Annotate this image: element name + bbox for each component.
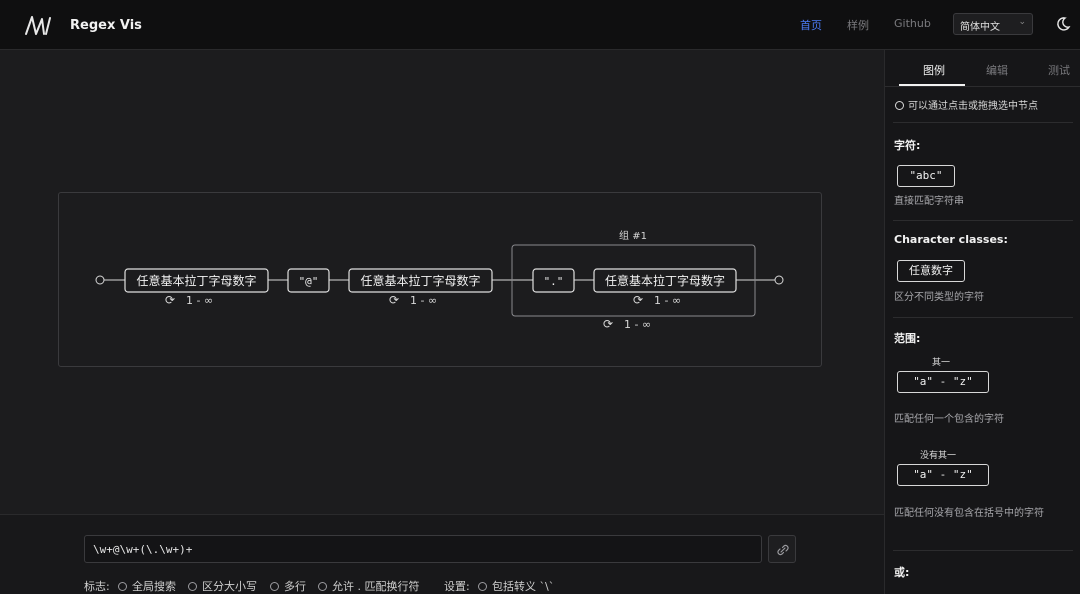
- regex-input[interactable]: [84, 535, 762, 563]
- checkbox[interactable]: [318, 582, 327, 591]
- nav-github[interactable]: Github: [894, 17, 931, 30]
- flag-multiline[interactable]: 多行: [270, 578, 306, 594]
- node-label: ".": [544, 275, 564, 288]
- tab-legend[interactable]: 图例: [923, 62, 945, 78]
- legend-chip-none-of: "a" - "z": [897, 464, 989, 486]
- checkbox[interactable]: [118, 582, 127, 591]
- group-label: 组 #1: [619, 229, 647, 242]
- app-title: Regex Vis: [70, 18, 142, 33]
- regex-diagram: 组 #1 任意基本拉丁字母数字 "@" 任意基本拉丁字母数字 "." 任意基本拉…: [95, 229, 784, 331]
- app-header: Regex Vis 首页 样例 Github 简体中文 ⌄: [0, 0, 1080, 50]
- legend-desc-classes: 区分不同类型的字符: [894, 292, 984, 303]
- section-title-or: 或:: [894, 566, 910, 579]
- quantifier-label: 1 - ∞: [654, 294, 681, 307]
- diagram-canvas: 组 #1 任意基本拉丁字母数字 "@" 任意基本拉丁字母数字 "." 任意基本拉…: [0, 50, 884, 514]
- quantifier-1: ⟳ 1 - ∞: [165, 293, 213, 307]
- setting-include-escape[interactable]: 包括转义 `\`: [478, 578, 554, 594]
- flag-label: 多行: [284, 580, 306, 593]
- node-word-char-3[interactable]: 任意基本拉丁字母数字: [593, 268, 737, 293]
- node-label: "@": [299, 275, 319, 288]
- legend-desc-none-of: 匹配任何没有包含在括号中的字符: [894, 508, 1044, 519]
- section-divider: [893, 317, 1073, 318]
- nav-home[interactable]: 首页: [800, 17, 822, 33]
- flags-label: 标志:: [84, 580, 110, 593]
- selection-hint: 可以通过点击或拖拽选中节点: [895, 97, 1038, 112]
- legend-desc-one-of: 匹配任何一个包含的字符: [894, 414, 1004, 425]
- node-at-sign[interactable]: "@": [287, 268, 330, 293]
- link-icon: [777, 544, 789, 556]
- regex-vis-logo-icon[interactable]: [24, 14, 52, 36]
- flag-global[interactable]: 全局搜索: [118, 578, 176, 594]
- hint-text: 可以通过点击或拖拽选中节点: [908, 101, 1038, 112]
- chevron-down-icon: ⌄: [1018, 17, 1026, 27]
- quantifier-group: ⟳ 1 - ∞: [603, 317, 651, 331]
- legend-chip-chars: "abc": [897, 165, 955, 187]
- repeat-icon: ⟳: [633, 293, 643, 307]
- quantifier-2: ⟳ 1 - ∞: [389, 293, 437, 307]
- node-word-char-1[interactable]: 任意基本拉丁字母数字: [124, 268, 269, 293]
- flag-dotall[interactable]: 允许 . 匹配换行符: [318, 578, 420, 594]
- tab-edit[interactable]: 编辑: [986, 62, 1008, 78]
- flag-case-sensitive[interactable]: 区分大小写: [188, 578, 257, 594]
- flag-label: 允许 . 匹配换行符: [332, 580, 420, 593]
- node-dot[interactable]: ".": [532, 268, 575, 293]
- legend-label-none-of: 没有其一: [920, 451, 957, 461]
- flag-label: 全局搜索: [132, 580, 176, 593]
- start-node: [95, 275, 105, 285]
- regex-editor: 标志: 全局搜索 区分大小写 多行 允许 . 匹配换行符 设置: 包括转义 `\…: [0, 514, 884, 594]
- legend-label-one-of: 其一: [932, 358, 951, 368]
- repeat-icon: ⟳: [165, 293, 175, 307]
- quantifier-label: 1 - ∞: [410, 294, 437, 307]
- checkbox[interactable]: [270, 582, 279, 591]
- checkbox[interactable]: [478, 582, 487, 591]
- quantifier-label: 1 - ∞: [186, 294, 213, 307]
- legend-desc-chars: 直接匹配字符串: [894, 196, 964, 207]
- quantifier-label: 1 - ∞: [624, 318, 651, 331]
- node-label: 任意基本拉丁字母数字: [360, 273, 480, 288]
- repeat-icon: ⟳: [603, 317, 613, 331]
- section-title-chars: 字符:: [894, 139, 921, 152]
- legend-panel: 图例 编辑 测试 可以通过点击或拖拽选中节点 字符: "abc" 直接匹配字符串…: [884, 50, 1080, 594]
- language-value: 简体中文: [960, 22, 1000, 33]
- section-title-classes: Character classes:: [894, 233, 1008, 246]
- language-select[interactable]: 简体中文 ⌄: [953, 13, 1033, 35]
- flag-label: 区分大小写: [202, 580, 257, 593]
- legend-chip-classes: 任意数字: [897, 260, 965, 282]
- node-word-char-2[interactable]: 任意基本拉丁字母数字: [348, 268, 493, 293]
- repeat-icon: ⟳: [389, 293, 399, 307]
- settings-label: 设置:: [444, 580, 470, 593]
- section-divider: [893, 220, 1073, 221]
- node-label: 任意基本拉丁字母数字: [136, 273, 256, 288]
- legend-chip-one-of: "a" - "z": [897, 371, 989, 393]
- section-title-range: 范围:: [894, 332, 921, 345]
- copy-link-button[interactable]: [768, 535, 796, 563]
- tabs-divider: [885, 86, 1080, 87]
- nav-samples[interactable]: 样例: [847, 17, 869, 33]
- setting-label: 包括转义 `\`: [492, 580, 555, 593]
- info-icon: [895, 101, 904, 110]
- moon-icon[interactable]: [1055, 16, 1071, 32]
- tab-test[interactable]: 测试: [1048, 62, 1070, 78]
- quantifier-3: ⟳ 1 - ∞: [633, 293, 681, 307]
- section-divider: [893, 122, 1073, 123]
- checkbox[interactable]: [188, 582, 197, 591]
- end-node: [774, 275, 784, 285]
- section-divider: [893, 550, 1073, 551]
- node-label: 任意基本拉丁字母数字: [605, 273, 725, 288]
